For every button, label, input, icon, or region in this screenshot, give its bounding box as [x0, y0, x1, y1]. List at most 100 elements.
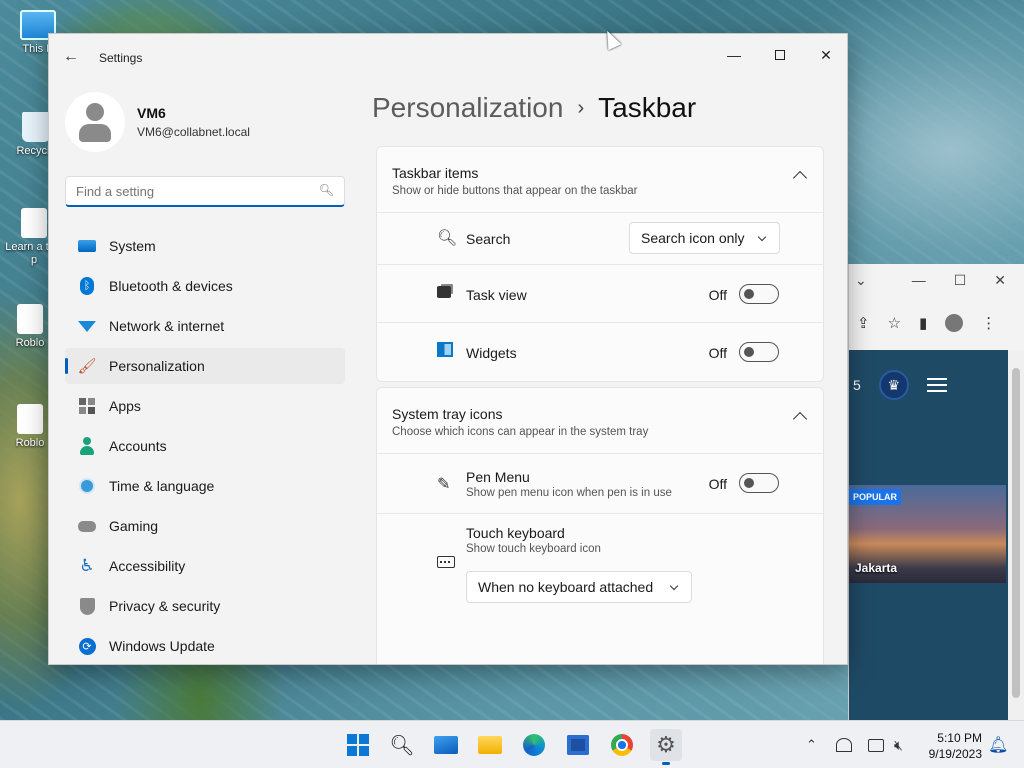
browser-scrollbar[interactable] [1008, 350, 1024, 720]
task-view-toggle[interactable] [739, 284, 779, 304]
touch-keyboard-sub: Show touch keyboard icon [466, 543, 601, 555]
window-title: Settings [99, 51, 143, 65]
tray-network-button[interactable] [836, 721, 852, 768]
share-icon[interactable]: ⇪ [857, 314, 870, 332]
tray-volume-button[interactable]: 🔇︎ [894, 721, 903, 768]
taskbar-items-group: Taskbar items Show or hide buttons that … [376, 146, 824, 382]
clock-globe-icon [77, 477, 97, 495]
city-card[interactable]: POPULAR Jakarta [849, 485, 1006, 583]
background-browser-window[interactable]: ⌄ — ☐ ✕ ⇪ ☆ ▮ ⋮ 5 ♛ POPULAR Jakarta [848, 264, 1024, 720]
task-view-row: Task view Off [377, 265, 823, 323]
trophy-icon[interactable]: ♛ [878, 370, 909, 400]
content-pane: Personalization › Taskbar Taskbar items Sh… [372, 34, 847, 664]
document-icon [21, 208, 47, 238]
widgets-toggle[interactable] [739, 342, 779, 362]
notifications-button[interactable]: 🔔︎ [988, 721, 1008, 768]
sidebar-item-personalization[interactable]: 🖌︎ Personalization [65, 348, 345, 384]
folder-icon [478, 736, 502, 754]
maximize-icon[interactable]: ☐ [954, 272, 967, 289]
taskbar-mail-button[interactable] [430, 729, 462, 761]
network-icon [836, 738, 852, 752]
taskbar-search-button[interactable]: 🔍︎ [386, 729, 418, 761]
sidebar-item-gaming[interactable]: Gaming [65, 508, 345, 544]
chrome-icon [611, 734, 633, 756]
tray-device-button[interactable] [868, 721, 884, 768]
taskbar-store-button[interactable] [562, 729, 594, 761]
edge-icon [523, 734, 545, 756]
wifi-icon [77, 317, 97, 335]
taskbar-clock[interactable]: 5:10 PM 9/19/2023 [929, 730, 982, 762]
taskbar-file-explorer-button[interactable] [474, 729, 506, 761]
browser-page: 5 ♛ POPULAR Jakarta [849, 350, 1009, 720]
store-icon [567, 735, 589, 755]
widgets-icon [437, 342, 453, 357]
pen-menu-state: Off [708, 476, 727, 492]
sidebar-item-privacy[interactable]: Privacy & security [65, 588, 345, 624]
pen-menu-label: Pen Menu [466, 469, 530, 485]
touch-keyboard-row: Touch keyboard Show touch keyboard icon … [377, 514, 823, 624]
task-view-label: Task view [466, 287, 527, 303]
taskbar-items-title: Taskbar items [392, 165, 479, 181]
search-icon: 🔍︎ [437, 230, 458, 247]
chevron-down-icon[interactable]: ⌄ [855, 272, 867, 289]
sidebar-item-accounts[interactable]: Accounts [65, 428, 345, 464]
sidebar-item-system[interactable]: System [65, 228, 345, 264]
widgets-row: Widgets Off [377, 323, 823, 381]
speaker-muted-icon: 🔇︎ [894, 736, 903, 753]
accessibility-icon: ♿︎ [79, 556, 95, 575]
sidebar-icon[interactable]: ▮ [919, 314, 927, 332]
gamepad-icon [77, 517, 97, 535]
settings-window: ← Settings — ✕ VM6 VM6@collabnet.local 🔍… [48, 33, 848, 665]
widgets-label: Widgets [466, 345, 517, 361]
hamburger-icon[interactable] [926, 378, 947, 392]
browser-toolbar: ⇪ ☆ ▮ ⋮ [849, 296, 1024, 350]
search-mode-dropdown[interactable]: Search icon only [629, 222, 780, 254]
sidebar-item-windows-update[interactable]: ⟳ Windows Update [65, 628, 345, 664]
back-arrow-icon[interactable]: ← [63, 48, 79, 66]
touch-keyboard-dropdown[interactable]: When no keyboard attached [466, 571, 692, 603]
person-icon [77, 437, 97, 455]
browser-titlebar: ⌄ — ☐ ✕ [849, 264, 1024, 296]
search-icon: 🔍︎ [318, 183, 334, 197]
task-view-icon [437, 286, 451, 298]
minimize-icon[interactable]: — [912, 272, 926, 288]
search-input[interactable] [66, 177, 306, 205]
sidebar-item-accessibility[interactable]: ♿︎ Accessibility [65, 548, 345, 584]
taskbar-edge-button[interactable] [518, 729, 550, 761]
search-row: 🔍︎ Search Search icon only [377, 213, 823, 265]
user-profile[interactable]: VM6 VM6@collabnet.local [65, 92, 250, 152]
bell-icon: 🔔︎ [988, 737, 1009, 754]
show-hidden-icons-button[interactable]: ⌃ [806, 721, 817, 768]
chevron-up-icon: ⌃ [806, 737, 817, 752]
close-icon[interactable]: ✕ [994, 272, 1006, 289]
sidebar-item-bluetooth[interactable]: ᛒ Bluetooth & devices [65, 268, 345, 304]
shield-icon [77, 597, 97, 615]
system-tray-title: System tray icons [392, 406, 503, 422]
taskbar-settings-button[interactable]: ⚙ [650, 729, 682, 765]
roblox-shortcut-icon [17, 404, 43, 434]
profile-icon[interactable] [945, 314, 964, 332]
system-tray-header[interactable]: System tray icons Choose which icons can… [377, 388, 823, 454]
breadcrumb-parent[interactable]: Personalization [372, 92, 563, 123]
page-title: Taskbar [598, 92, 697, 123]
city-name: Jakarta [855, 561, 898, 575]
taskbar-items-header[interactable]: Taskbar items Show or hide buttons that … [377, 147, 823, 213]
sidebar-item-apps[interactable]: Apps [65, 388, 345, 424]
sidebar-item-network[interactable]: Network & internet [65, 308, 345, 344]
touch-keyboard-label: Touch keyboard [466, 525, 565, 541]
chevron-down-icon [757, 232, 767, 242]
sidebar-item-time-language[interactable]: Time & language [65, 468, 345, 504]
taskbar-chrome-button[interactable] [606, 729, 638, 761]
star-icon[interactable]: ☆ [888, 314, 901, 332]
roblox-shortcut-icon [17, 304, 43, 334]
bluetooth-icon: ᛒ [77, 277, 97, 295]
search-label: Search [466, 231, 511, 247]
popular-badge: POPULAR [849, 489, 902, 505]
menu-kebab-icon[interactable]: ⋮ [981, 314, 996, 332]
search-box[interactable]: 🔍︎ [65, 176, 345, 207]
clock-date: 9/19/2023 [928, 747, 982, 761]
start-button[interactable] [342, 729, 374, 761]
pen-menu-toggle[interactable] [739, 473, 779, 493]
profile-email: VM6@collabnet.local [137, 125, 250, 139]
recycle-bin-icon [22, 112, 50, 142]
